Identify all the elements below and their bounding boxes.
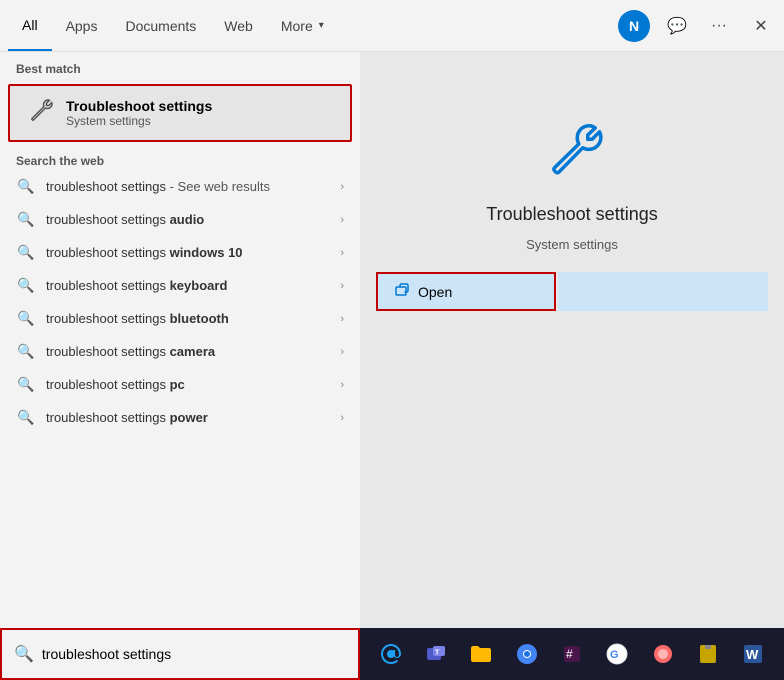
search-icon-4: 🔍: [16, 310, 36, 327]
chevron-icon-5: ›: [340, 346, 344, 358]
search-icon-2: 🔍: [16, 244, 36, 261]
result-text-6: troubleshoot settings pc: [46, 377, 330, 392]
open-button-row: Open: [376, 272, 768, 311]
taskbar-google[interactable]: G: [599, 636, 635, 672]
result-item-3[interactable]: 🔍 troubleshoot settings keyboard ›: [0, 269, 360, 302]
result-text-0: troubleshoot settings - See web results: [46, 179, 330, 194]
tab-all-label: All: [22, 17, 38, 33]
content-area: Best match Troubleshoot settings System …: [0, 52, 784, 680]
result-item-7[interactable]: 🔍 troubleshoot settings power ›: [0, 401, 360, 434]
taskbar-explorer[interactable]: [463, 636, 499, 672]
feedback-icon: 💬: [667, 16, 687, 36]
best-match-subtitle: System settings: [66, 114, 212, 128]
tab-documents[interactable]: Documents: [111, 0, 210, 51]
search-bar-icon: 🔍: [14, 644, 34, 664]
open-icon: [394, 282, 410, 301]
search-icon-7: 🔍: [16, 409, 36, 426]
taskbar-chrome[interactable]: [509, 636, 545, 672]
close-icon: ✕: [754, 16, 767, 36]
search-popup: All Apps Documents Web More ▾ N 💬 ···: [0, 0, 784, 680]
left-panel: Best match Troubleshoot settings System …: [0, 52, 360, 680]
taskbar-teams[interactable]: T: [418, 636, 454, 672]
search-input[interactable]: [42, 646, 346, 662]
search-icon-6: 🔍: [16, 376, 36, 393]
close-button[interactable]: ✕: [746, 11, 776, 41]
result-text-4: troubleshoot settings bluetooth: [46, 311, 330, 326]
result-item-1[interactable]: 🔍 troubleshoot settings audio ›: [0, 203, 360, 236]
wrench-icon: [26, 96, 54, 130]
chevron-icon-1: ›: [340, 214, 344, 226]
troubleshoot-icon: [537, 117, 607, 187]
chevron-icon-3: ›: [340, 280, 344, 292]
result-item-0[interactable]: 🔍 troubleshoot settings - See web result…: [0, 170, 360, 203]
taskbar-slack[interactable]: #: [554, 636, 590, 672]
chevron-icon-2: ›: [340, 247, 344, 259]
chevron-down-icon: ▾: [319, 20, 324, 31]
open-btn-extension: [558, 272, 768, 311]
taskbar-paint[interactable]: [645, 636, 681, 672]
best-match-text: Troubleshoot settings System settings: [66, 98, 212, 128]
right-subtitle: System settings: [526, 237, 618, 252]
taskbar-word[interactable]: W: [735, 636, 771, 672]
best-match-item[interactable]: Troubleshoot settings System settings: [8, 84, 352, 142]
search-icon-0: 🔍: [16, 178, 36, 195]
result-item-4[interactable]: 🔍 troubleshoot settings bluetooth ›: [0, 302, 360, 335]
more-dots-icon: ···: [711, 17, 727, 35]
best-match-title: Troubleshoot settings: [66, 98, 212, 114]
tab-more-label: More: [281, 18, 313, 34]
chevron-icon-7: ›: [340, 412, 344, 424]
user-avatar[interactable]: N: [618, 10, 650, 42]
tab-web[interactable]: Web: [210, 0, 267, 51]
taskbar-winrar[interactable]: [690, 636, 726, 672]
chevron-icon-4: ›: [340, 313, 344, 325]
tab-apps-label: Apps: [66, 18, 98, 34]
search-icon-1: 🔍: [16, 211, 36, 228]
result-item-2[interactable]: 🔍 troubleshoot settings windows 10 ›: [0, 236, 360, 269]
result-text-1: troubleshoot settings audio: [46, 212, 330, 227]
chevron-icon-0: ›: [340, 181, 344, 193]
search-bar[interactable]: 🔍: [0, 628, 360, 680]
search-icon-5: 🔍: [16, 343, 36, 360]
taskbar: T # G: [360, 628, 784, 680]
svg-text:#: #: [566, 647, 573, 661]
web-section-label: Search the web: [0, 146, 360, 170]
user-initial: N: [629, 18, 639, 34]
more-options-button[interactable]: ···: [704, 11, 734, 41]
svg-text:T: T: [435, 650, 440, 657]
right-panel: Troubleshoot settings System settings Op…: [360, 52, 784, 680]
chevron-icon-6: ›: [340, 379, 344, 391]
right-title: Troubleshoot settings: [486, 204, 657, 225]
open-button[interactable]: Open: [376, 272, 556, 311]
tab-web-label: Web: [224, 18, 253, 34]
tab-all[interactable]: All: [8, 0, 52, 51]
result-text-5: troubleshoot settings camera: [46, 344, 330, 359]
search-icon-3: 🔍: [16, 277, 36, 294]
tab-more[interactable]: More ▾: [267, 0, 338, 51]
feedback-button[interactable]: 💬: [662, 11, 692, 41]
tab-apps[interactable]: Apps: [52, 0, 112, 51]
taskbar-edge[interactable]: [373, 636, 409, 672]
best-match-label: Best match: [0, 52, 360, 80]
result-text-3: troubleshoot settings keyboard: [46, 278, 330, 293]
svg-text:G: G: [610, 649, 619, 661]
tab-documents-label: Documents: [125, 18, 196, 34]
result-text-7: troubleshoot settings power: [46, 410, 330, 425]
tab-bar: All Apps Documents Web More ▾ N 💬 ···: [0, 0, 784, 52]
result-text-2: troubleshoot settings windows 10: [46, 245, 330, 260]
right-icon-container: [532, 112, 612, 192]
svg-text:W: W: [746, 647, 759, 662]
result-item-6[interactable]: 🔍 troubleshoot settings pc ›: [0, 368, 360, 401]
tab-bar-right: N 💬 ··· ✕: [618, 10, 776, 42]
result-item-5[interactable]: 🔍 troubleshoot settings camera ›: [0, 335, 360, 368]
open-label: Open: [418, 284, 452, 300]
